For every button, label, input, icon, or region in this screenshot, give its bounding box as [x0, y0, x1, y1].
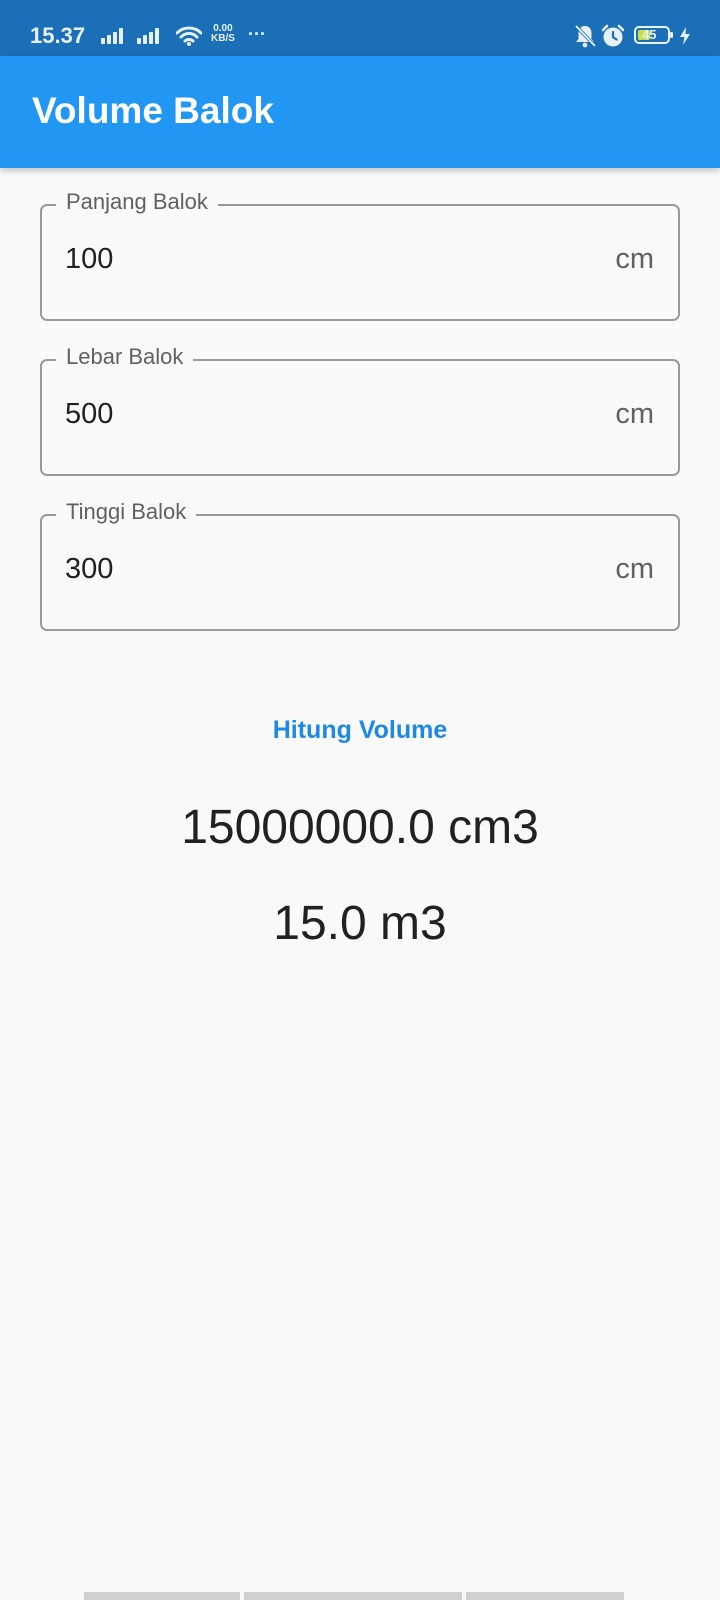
- alarm-icon: [601, 24, 625, 53]
- width-input[interactable]: 500: [65, 398, 113, 431]
- page-title: Volume Balok: [32, 90, 274, 131]
- more-notifications-icon: ···: [248, 24, 266, 44]
- height-input[interactable]: 300: [65, 553, 113, 586]
- bell-off-icon: [574, 24, 597, 53]
- result-cm3: 15000000.0 cm3: [181, 801, 539, 854]
- status-bar: 15.37 0.00 KB/S ··· 45: [0, 0, 720, 56]
- battery-level: 45: [642, 27, 657, 42]
- status-time: 15.37: [30, 23, 86, 48]
- length-input[interactable]: 100: [65, 243, 113, 276]
- width-field[interactable]: Lebar Balok 500 cm: [40, 344, 680, 476]
- length-field[interactable]: Panjang Balok 100 cm: [40, 189, 680, 321]
- signal-icon: [101, 28, 123, 44]
- app-bar: Volume Balok: [0, 56, 720, 168]
- network-speed: 0.00 KB/S: [211, 24, 235, 44]
- height-unit: cm: [615, 553, 654, 585]
- wifi-icon: [175, 26, 203, 51]
- calculate-volume-button[interactable]: Hitung Volume: [220, 700, 500, 760]
- width-unit: cm: [615, 398, 654, 430]
- home-indicator: [84, 1592, 240, 1600]
- network-speed-unit: KB/S: [211, 33, 235, 44]
- result-m3: 15.0 m3: [273, 897, 447, 950]
- battery-icon: 45: [634, 26, 673, 44]
- length-unit: cm: [615, 243, 654, 275]
- width-label: Lebar Balok: [56, 344, 194, 370]
- signal-icon: [137, 28, 159, 44]
- length-label: Panjang Balok: [56, 189, 218, 215]
- home-indicator: [466, 1592, 624, 1600]
- charging-icon: [679, 27, 691, 50]
- home-indicator: [244, 1592, 462, 1600]
- height-field[interactable]: Tinggi Balok 300 cm: [40, 499, 680, 631]
- height-label: Tinggi Balok: [56, 499, 197, 525]
